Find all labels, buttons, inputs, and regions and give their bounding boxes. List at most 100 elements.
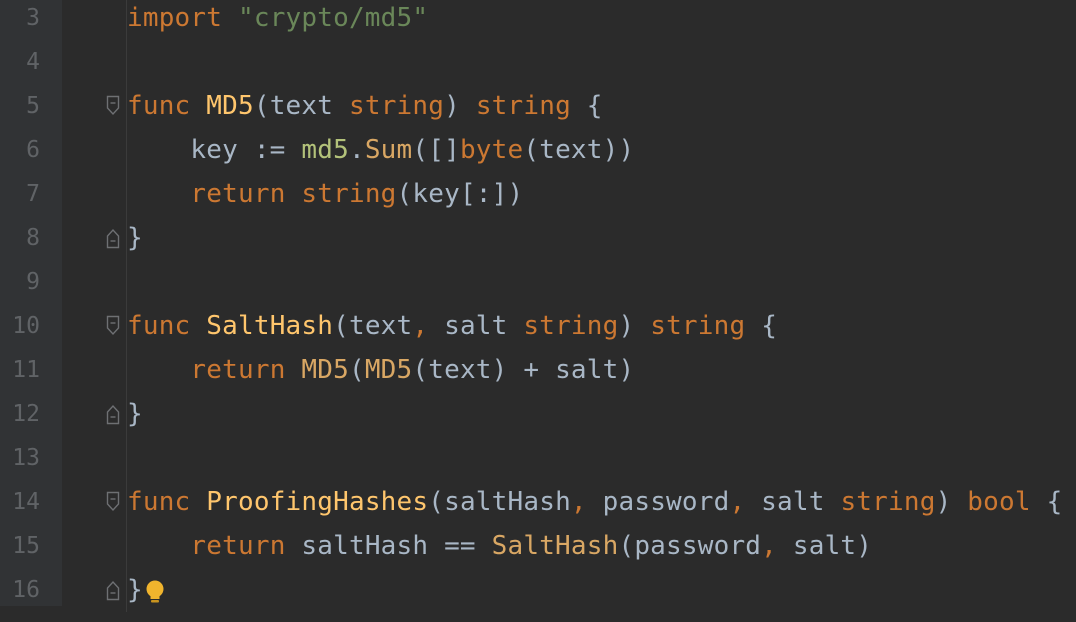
token-plain: key := (127, 135, 302, 165)
token-call: Sum (364, 135, 413, 165)
fold-collapse-icon[interactable] (106, 315, 120, 337)
code-line[interactable]: 4 (0, 40, 1076, 84)
token-keyword: func (127, 311, 191, 341)
token-keyword: string (523, 311, 619, 341)
token-punct: ( (428, 487, 445, 517)
token-punct: ) (935, 487, 952, 517)
code-text[interactable]: func SaltHash(text, salt string) string … (127, 304, 777, 348)
code-line[interactable]: 8} (0, 216, 1076, 260)
fold-end-icon[interactable] (106, 227, 120, 249)
code-line[interactable]: 11 return MD5(MD5(text) + salt) (0, 348, 1076, 392)
token-call: MD5 (301, 355, 349, 385)
code-text[interactable]: key := md5.Sum([]byte(text)) (127, 128, 634, 172)
line-number: 11 (12, 357, 40, 383)
code-line[interactable]: 15 return saltHash == SaltHash(password,… (0, 524, 1076, 568)
code-text[interactable]: } (127, 568, 143, 612)
fold-collapse-icon[interactable] (106, 491, 120, 513)
code-text[interactable]: func MD5(text string) string { (127, 84, 603, 128)
code-line[interactable]: 7 return string(key[:]) (0, 172, 1076, 216)
code-text[interactable]: return string(key[:]) (127, 172, 523, 216)
line-number: 4 (26, 49, 40, 75)
line-number: 15 (12, 533, 40, 559)
token-plain: password (586, 487, 730, 517)
indent-guide (126, 436, 127, 480)
token-punct: . (348, 135, 365, 165)
token-keyword: , (761, 531, 778, 561)
token-plain: text (348, 311, 413, 341)
token-keyword: bool (967, 487, 1031, 517)
token-punct: (key[:]) (396, 179, 524, 209)
code-editor[interactable]: 3 import "crypto/md5" 4 5 func MD5(text stri… (0, 0, 1076, 612)
token-plain: saltHash == (285, 531, 492, 561)
token-keyword: return (190, 179, 286, 209)
code-text[interactable]: return MD5(MD5(text) + salt) (127, 348, 634, 392)
token-keyword: func (127, 487, 191, 517)
code-line[interactable]: 3 import "crypto/md5" (0, 0, 1076, 40)
code-area[interactable]: 3 import "crypto/md5" 4 5 func MD5(text stri… (0, 0, 1076, 612)
code-line[interactable]: 12} (0, 392, 1076, 436)
line-number: 13 (12, 445, 40, 471)
token-keyword: string (348, 91, 445, 121)
token-keyword: byte (459, 135, 524, 165)
line-number: 10 (12, 313, 40, 339)
token-plain: { (1030, 487, 1063, 517)
token-punct: ) (444, 91, 460, 121)
token-keyword: string (650, 311, 746, 341)
token-punct: ) (618, 311, 635, 341)
token-punct: ( (253, 91, 270, 121)
fold-collapse-icon[interactable] (106, 95, 120, 117)
token-plain: salt) (777, 531, 873, 561)
intention-bulb-icon[interactable] (144, 578, 166, 604)
line-number: 9 (26, 269, 40, 295)
code-line[interactable]: 16} (0, 568, 1076, 612)
fold-end-icon[interactable] (106, 579, 120, 601)
code-line[interactable]: 14 func ProofingHashes(saltHash, password… (0, 480, 1076, 524)
token-punct: (text)) (523, 135, 635, 165)
token-punct: ([] (412, 135, 460, 165)
token-func: ProofingHashes (206, 487, 429, 517)
code-text[interactable]: return saltHash == SaltHash(password, sa… (127, 524, 872, 568)
token-plain: } (127, 223, 143, 253)
code-text[interactable]: } (127, 392, 143, 436)
token-plain: salt (428, 311, 524, 341)
token-call: MD5 (364, 355, 413, 385)
token-punct: (text) + salt) (412, 355, 635, 385)
line-number: 12 (12, 401, 40, 427)
code-line[interactable]: 9 (0, 260, 1076, 304)
token-keyword: return (190, 531, 286, 561)
line-number: 7 (26, 181, 40, 207)
token-func: SaltHash (206, 311, 334, 341)
code-text[interactable]: } (127, 216, 143, 260)
token-punct: (password (618, 531, 762, 561)
token-plain: saltHash (444, 487, 571, 517)
code-text[interactable]: import "crypto/md5" (127, 0, 428, 40)
token-keyword: , (729, 487, 746, 517)
code-line[interactable]: 6 key := md5.Sum([]byte(text)) (0, 128, 1076, 172)
fold-end-icon[interactable] (106, 403, 120, 425)
code-line[interactable]: 5 func MD5(text string) string { (0, 84, 1076, 128)
line-number: 14 (12, 489, 40, 515)
code-line[interactable]: 13 (0, 436, 1076, 480)
token-pkg: md5 (301, 135, 349, 165)
line-number: 8 (26, 225, 40, 251)
code-line[interactable]: 10 func SaltHash(text, salt string) strin… (0, 304, 1076, 348)
line-number: 6 (26, 137, 40, 163)
token-punct: ( (333, 311, 349, 341)
code-text[interactable]: func ProofingHashes(saltHash, password, … (127, 480, 1062, 524)
line-number: 5 (26, 93, 40, 119)
token-string: "crypto/md5" (237, 3, 429, 33)
token-keyword: return (190, 355, 286, 385)
token-keyword: string (475, 91, 571, 121)
token-punct: ( (348, 355, 365, 385)
